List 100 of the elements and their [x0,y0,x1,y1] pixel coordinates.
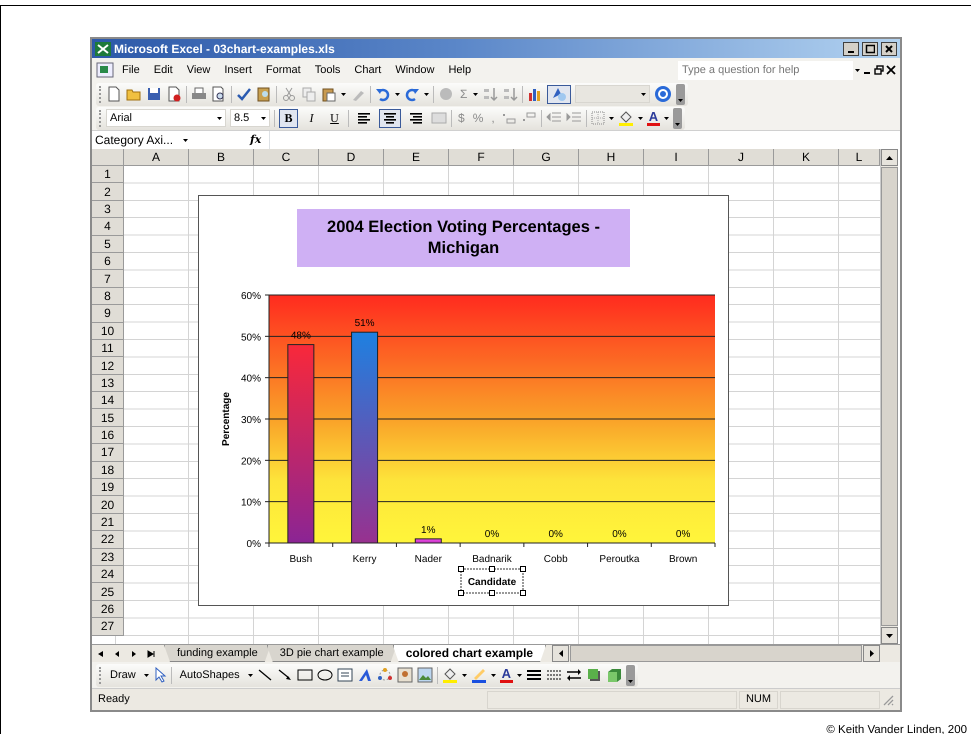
caret-icon[interactable] [144,674,149,676]
sort-descending-icon[interactable] [502,86,518,102]
maximize-button[interactable] [862,42,878,56]
drawing-button[interactable] [547,84,572,104]
caret-icon[interactable] [473,92,478,96]
line-icon[interactable] [256,667,273,683]
row-header[interactable]: 26 [92,600,124,618]
row-header[interactable]: 27 [92,618,124,636]
row-header[interactable]: 22 [92,531,124,549]
caret-icon[interactable] [517,674,522,676]
row-header[interactable]: 18 [92,462,124,480]
row-header[interactable]: 15 [92,409,124,427]
menu-item[interactable]: Chart [348,60,388,80]
row-header[interactable]: 5 [92,236,124,253]
row-header[interactable]: 16 [92,426,124,444]
arrow-icon[interactable] [276,667,293,683]
clip-art-icon[interactable] [396,667,413,683]
selection-frame[interactable] [458,566,526,596]
row-header[interactable]: 17 [92,444,124,462]
last-sheet-icon[interactable] [147,650,156,658]
menu-item[interactable]: View [180,60,216,80]
first-sheet-icon[interactable] [96,650,105,658]
cut-icon[interactable] [281,86,297,102]
caret-icon[interactable] [664,116,670,120]
scroll-up-arrow-icon[interactable] [886,156,893,160]
align-center-button[interactable] [379,108,401,128]
rectangle-icon[interactable] [296,667,313,683]
scroll-right-arrow-icon[interactable] [870,650,874,657]
row-header[interactable]: 21 [92,514,124,532]
row-header[interactable]: 6 [92,252,124,270]
row-header[interactable]: 24 [92,566,124,584]
close-button[interactable] [881,42,897,56]
minimize-button[interactable] [843,42,859,56]
text-box-icon[interactable] [336,667,353,683]
column-header[interactable]: G [514,149,579,166]
column-header[interactable]: L [839,149,880,166]
close-icon[interactable] [886,65,896,75]
row-header[interactable]: 8 [92,288,124,306]
caret-icon[interactable] [217,116,222,120]
print-icon[interactable] [191,86,207,102]
toolbar-options-icon[interactable] [673,108,682,128]
sheet-tab[interactable]: 3D pie chart example [266,645,397,662]
row-header[interactable]: 7 [92,270,124,288]
column-header[interactable]: C [254,149,319,166]
caret-icon[interactable] [395,92,400,96]
restore-icon[interactable] [874,65,884,75]
font-size-field[interactable]: 8.5 [230,109,270,127]
resize-grip-icon[interactable] [882,694,894,706]
caret-icon[interactable] [490,674,496,676]
redo-icon[interactable] [404,86,420,102]
line-style-icon[interactable] [526,667,542,683]
column-header[interactable]: I [644,149,709,166]
fill-color-icon[interactable] [442,667,458,683]
font-field[interactable]: Arial [106,109,226,127]
bold-button[interactable]: B [279,108,298,128]
row-header[interactable]: 11 [92,340,124,358]
excel-app-icon[interactable] [95,42,111,56]
menu-item[interactable]: Edit [148,60,179,80]
column-header[interactable]: E [384,149,449,166]
help-icon[interactable] [654,85,672,103]
menu-item[interactable]: Window [389,60,440,80]
scroll-left-arrow-icon[interactable] [558,650,563,657]
caret-icon[interactable] [183,138,188,142]
autoshapes-menu[interactable]: AutoShapes [176,666,244,684]
caret-icon[interactable] [341,92,346,96]
row-header[interactable]: 20 [92,496,124,514]
paste-icon[interactable] [321,86,337,102]
arrow-style-icon[interactable] [566,667,582,683]
row-header[interactable]: 2 [92,183,124,201]
oval-icon[interactable] [316,667,333,683]
row-header[interactable]: 13 [92,374,124,392]
scroll-down-arrow-icon[interactable] [886,634,893,638]
caret-icon[interactable] [855,68,860,72]
wordart-icon[interactable] [356,667,373,683]
spelling-check-icon[interactable] [236,86,252,102]
caret-icon[interactable] [462,674,467,676]
new-document-icon[interactable] [106,86,122,102]
column-header[interactable]: J [709,149,774,166]
menu-item[interactable]: Insert [218,60,258,80]
row-header[interactable]: 19 [92,479,124,496]
row-header[interactable]: 3 [92,200,124,218]
toolbar-options-icon[interactable] [676,84,686,104]
save-icon[interactable] [146,86,162,102]
column-header[interactable]: H [579,149,644,166]
row-header[interactable]: 10 [92,322,124,340]
toolbar-options-icon[interactable] [626,664,635,686]
horizontal-scrollbar[interactable] [552,645,880,662]
draw-menu[interactable]: Draw [106,666,140,684]
column-header[interactable]: K [774,149,839,166]
line-color-icon[interactable] [470,667,487,683]
undo-icon[interactable] [375,86,391,102]
sheet-tab[interactable]: funding example [164,645,271,662]
column-header[interactable]: D [319,149,384,166]
row-header[interactable]: 12 [92,357,124,375]
diagram-icon[interactable] [376,667,393,683]
sheet-tab[interactable]: colored chart example [392,645,546,662]
italic-button[interactable]: I [302,108,321,128]
previous-sheet-icon[interactable] [113,650,122,658]
menu-item[interactable]: Help [442,60,478,80]
row-header[interactable]: 4 [92,218,124,236]
